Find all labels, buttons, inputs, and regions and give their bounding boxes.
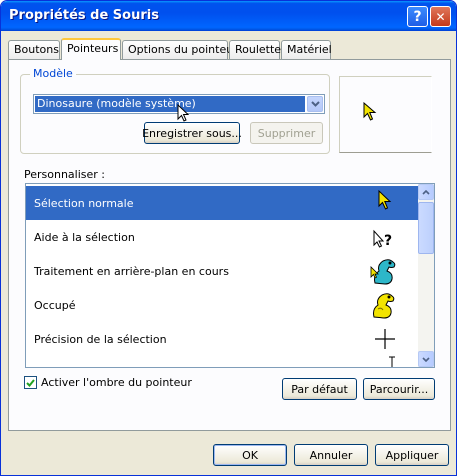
delete-button[interactable]: Supprimer — [250, 122, 323, 144]
arrow-cursor-icon — [363, 102, 377, 121]
scheme-group-label: Modèle — [30, 67, 76, 80]
tab-roulette[interactable]: Roulette — [229, 40, 281, 59]
list-item[interactable]: Aide à la sélection ? — [26, 220, 419, 254]
scroll-down-button[interactable] — [418, 351, 434, 367]
list-scrollbar[interactable] — [418, 184, 434, 367]
cursor-list[interactable]: Sélection normale Aide à la sélection ? … — [25, 183, 435, 368]
dinosaur-wait-icon — [373, 293, 395, 319]
window-title: Propriétés de Souris — [9, 8, 159, 23]
chevron-down-icon[interactable] — [307, 96, 323, 112]
arrow-cursor-icon — [378, 189, 392, 210]
list-item[interactable]: Précision de la sélection — [26, 322, 419, 356]
crosshair-icon — [375, 329, 395, 349]
list-item[interactable]: Traitement en arrière-plan en cours — [26, 254, 419, 288]
pointer-shadow-label[interactable]: Activer l'ombre du pointeur — [41, 376, 192, 389]
cursor-preview — [339, 76, 432, 153]
help-cursor-icon: ? — [373, 229, 392, 249]
list-item-label: Précision de la sélection — [34, 332, 167, 346]
list-item[interactable]: Occupé — [26, 288, 419, 322]
title-bar[interactable]: Propriétés de Souris ? ✕ — [1, 1, 456, 31]
chevron-up-icon — [422, 189, 430, 195]
tab-options-du-pointeur[interactable]: Options du pointeur — [122, 40, 238, 59]
svg-text:?: ? — [384, 233, 392, 249]
save-as-button[interactable]: Enregistrer sous... — [142, 122, 242, 144]
tab-boutons[interactable]: Boutons — [8, 40, 60, 59]
ok-button[interactable]: OK — [213, 444, 287, 466]
help-button[interactable]: ? — [407, 6, 428, 27]
pointer-shadow-checkbox[interactable] — [24, 376, 37, 389]
cancel-button[interactable]: Annuler — [294, 444, 368, 466]
checkmark-icon — [26, 378, 35, 387]
dinosaur-busy-icon — [370, 259, 396, 285]
mouse-properties-window: Propriétés de Souris ? ✕ Boutons Pointeu… — [0, 0, 457, 476]
scheme-dropdown-value: Dinosaure (modèle système) — [35, 96, 305, 112]
tab-materiel[interactable]: Matériel — [281, 40, 332, 59]
list-item-label: Sélection normale — [34, 196, 134, 210]
list-item-label: Aide à la sélection — [34, 230, 135, 244]
chevron-down-icon — [422, 356, 430, 362]
browse-button[interactable]: Parcourir... — [363, 378, 435, 400]
list-item-label: Traitement en arrière-plan en cours — [34, 264, 229, 278]
default-button[interactable]: Par défaut — [282, 378, 357, 400]
close-button[interactable]: ✕ — [430, 6, 451, 27]
list-item[interactable]: Sélection normale — [26, 186, 419, 220]
customize-label: Personnaliser : — [24, 168, 106, 181]
mouse-pointer-icon — [177, 104, 190, 122]
close-icon: ✕ — [435, 9, 446, 24]
tab-pointeurs[interactable]: Pointeurs — [61, 38, 121, 60]
scroll-up-button[interactable] — [418, 184, 434, 200]
apply-button[interactable]: Appliquer — [375, 444, 449, 466]
text-cursor-icon — [389, 356, 395, 367]
scroll-thumb[interactable] — [418, 202, 434, 254]
list-item-label: Occupé — [34, 298, 76, 312]
